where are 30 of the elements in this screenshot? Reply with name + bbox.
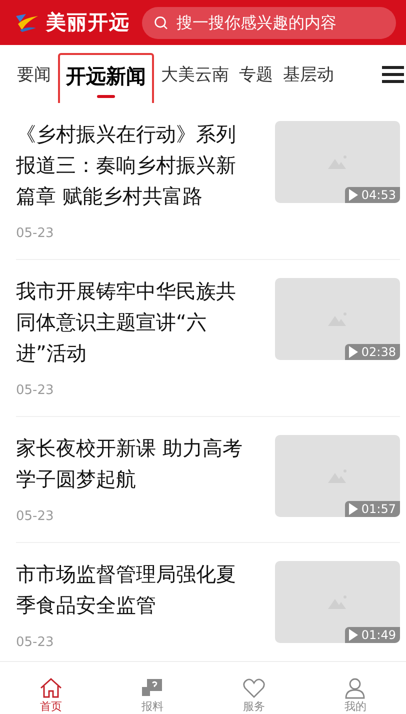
logo-icon (14, 12, 40, 34)
article-title[interactable]: 家长夜校开新课 助力高考学子圆梦起航 (16, 433, 252, 495)
video-duration: 01:49 (345, 627, 400, 643)
tab[interactable]: 大美云南 (158, 58, 232, 90)
video-duration: 04:53 (345, 187, 400, 203)
article-date: 05-23 (16, 383, 55, 398)
article-date: 05-23 (16, 226, 55, 241)
article-date: 05-23 (16, 635, 55, 650)
nav-item[interactable]: 首页 (0, 662, 102, 714)
tab[interactable]: 基层动 (280, 58, 337, 90)
menu-icon[interactable] (382, 65, 404, 83)
heart-icon (242, 676, 266, 700)
nav-item[interactable]: 服务 (203, 662, 304, 714)
article-title[interactable]: 市市场监督管理局强化夏季食品安全监管 (16, 559, 252, 621)
video-duration: 02:38 (345, 344, 400, 360)
nav-item[interactable]: 报料 (102, 662, 203, 714)
home-icon (38, 676, 63, 700)
video-duration: 01:57 (345, 501, 400, 517)
tab[interactable]: 开远新闻 (58, 52, 154, 103)
nav-item[interactable]: 我的 (304, 662, 406, 714)
article-title[interactable]: 《乡村振兴在行动》系列报道三：奏响乡村振兴新篇章 赋能乡村共富路 (16, 119, 252, 212)
tab[interactable]: 要闻 (14, 58, 54, 90)
tab[interactable]: 专题 (236, 58, 276, 90)
article-title[interactable]: 我市开展铸牢中华民族共同体意识主题宣讲“六进”活动 (16, 276, 252, 369)
search-input[interactable]: 搜一搜你感兴趣的内容 (174, 12, 384, 33)
person-icon (343, 676, 368, 700)
search-field[interactable]: 搜一搜你感兴趣的内容 (142, 6, 396, 38)
search-icon (154, 14, 168, 30)
article-date: 05-23 (16, 509, 55, 524)
app-name: 美丽开远 (46, 9, 130, 36)
